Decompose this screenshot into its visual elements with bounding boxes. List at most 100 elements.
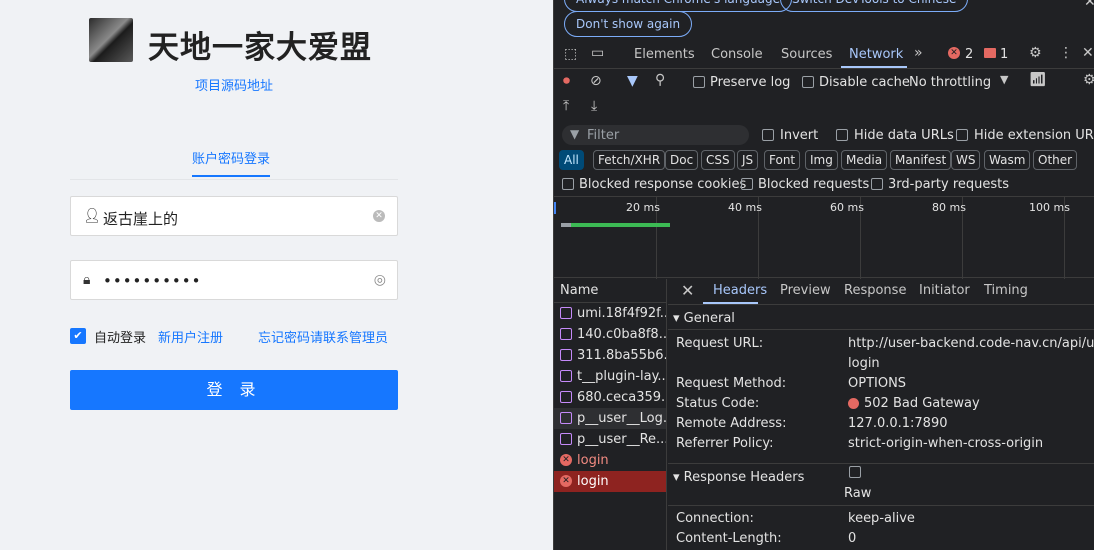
tab-timing[interactable]: Timing — [984, 283, 1028, 298]
gear-icon[interactable]: ⚙ — [1029, 45, 1042, 61]
type-filter-font[interactable]: Font — [764, 150, 801, 170]
filter-placeholder: Filter — [587, 128, 620, 143]
error-icon: ✕ — [560, 475, 572, 487]
preserve-log-checkbox[interactable] — [693, 76, 705, 88]
request-name: login — [577, 453, 609, 468]
warning-count[interactable]: 1 — [1000, 47, 1008, 62]
filter-funnel-icon[interactable]: ▼ — [627, 73, 638, 89]
response-headers-title: Response Headers — [683, 470, 805, 485]
third-party-label: 3rd-party requests — [888, 177, 1010, 192]
waterfall-bar — [561, 223, 670, 227]
error-icon[interactable]: ✕ — [948, 47, 960, 59]
type-filter-other[interactable]: Other — [1033, 150, 1078, 170]
kebab-menu-icon[interactable]: ⋮ — [1059, 45, 1073, 61]
switch-chinese-button[interactable]: Switch DevTools to Chinese — [780, 0, 969, 12]
tick-label: 100 ms — [1029, 201, 1070, 214]
request-row-error[interactable]: ✕ login — [554, 450, 666, 471]
general-title: General — [683, 311, 735, 326]
raw-checkbox[interactable] — [849, 466, 861, 478]
tab-console[interactable]: Console — [711, 47, 763, 62]
clear-icon[interactable]: ✕ — [373, 210, 385, 222]
type-filter-manifest[interactable]: Manifest — [890, 150, 952, 170]
network-settings-icon[interactable]: ⚙ — [1083, 72, 1094, 88]
username-field[interactable]: 👤︎ 返古崖上的 ✕ — [70, 196, 398, 236]
type-filter-wasm[interactable]: Wasm — [984, 150, 1031, 170]
auto-login-label: 自动登录 — [94, 331, 147, 346]
record-stop-icon[interactable]: ⏺ — [563, 73, 570, 89]
more-tabs-icon[interactable]: » — [914, 45, 923, 61]
close-icon[interactable]: ✕ — [1084, 0, 1094, 10]
header-key: Connection: — [676, 511, 754, 526]
type-filter-doc[interactable]: Doc — [665, 150, 699, 170]
dont-show-again-button[interactable]: Don't show again — [564, 11, 693, 37]
request-row-selected[interactable]: ✕ login — [554, 471, 666, 492]
password-field[interactable]: 🔒︎ •••••••••• ◎ — [70, 260, 398, 300]
request-row[interactable]: 140.c0ba8f8... — [554, 324, 666, 345]
tab-network[interactable]: Network — [849, 47, 903, 62]
request-row[interactable]: t__plugin-lay... — [554, 366, 666, 387]
type-filter-media[interactable]: Media — [841, 150, 888, 170]
request-method-value: OPTIONS — [848, 376, 907, 391]
type-filter-ws[interactable]: WS — [951, 150, 981, 170]
tick-label: 60 ms — [830, 201, 864, 214]
response-headers-toggle[interactable]: ▾ Response Headers — [673, 470, 804, 485]
tab-response[interactable]: Response — [844, 283, 906, 298]
file-icon — [560, 307, 572, 319]
hide-extension-urls-checkbox[interactable] — [956, 129, 968, 141]
upload-icon[interactable]: ⤒ — [563, 98, 569, 114]
remote-address-value: 127.0.0.1:7890 — [848, 416, 948, 431]
blocked-requests-checkbox[interactable] — [741, 178, 753, 190]
tab-account-password[interactable]: 账户密码登录 — [192, 148, 271, 177]
search-icon[interactable]: ⚲ — [655, 72, 665, 88]
raw-label: Raw — [844, 486, 872, 501]
tab-headers[interactable]: Headers — [713, 283, 767, 298]
login-button[interactable]: 登 录 — [70, 370, 398, 410]
request-row[interactable]: p__user__Log... — [554, 408, 666, 429]
file-icon — [560, 370, 572, 382]
type-filter-all[interactable]: All — [559, 150, 584, 170]
inspect-icon[interactable]: ⬚ — [564, 46, 577, 62]
warning-icon[interactable] — [984, 48, 996, 58]
device-toolbar-icon[interactable]: ▭ — [591, 45, 604, 61]
waterfall-overview[interactable]: 20 ms 40 ms 60 ms 80 ms 100 ms — [554, 196, 1094, 279]
request-row[interactable]: 311.8ba55b6... — [554, 345, 666, 366]
request-row[interactable]: 680.ceca359... — [554, 387, 666, 408]
download-icon[interactable]: ⤓ — [591, 98, 597, 114]
header-key: Remote Address: — [676, 416, 787, 431]
request-row[interactable]: umi.18f4f92f... — [554, 303, 666, 324]
type-filter-img[interactable]: Img — [805, 150, 838, 170]
error-count[interactable]: 2 — [965, 47, 973, 62]
eye-hidden-icon[interactable]: ◎ — [374, 272, 386, 288]
type-filter-css[interactable]: CSS — [701, 150, 735, 170]
disable-cache-checkbox[interactable] — [802, 76, 814, 88]
invert-checkbox[interactable] — [762, 129, 774, 141]
blocked-cookies-label: Blocked response cookies — [579, 177, 747, 192]
source-code-link[interactable]: 项目源码地址 — [0, 75, 468, 94]
tick-label: 40 ms — [728, 201, 762, 214]
header-key: Referrer Policy: — [676, 436, 774, 451]
checkbox-checked-icon[interactable]: ✔ — [70, 328, 86, 344]
tab-preview[interactable]: Preview — [780, 283, 831, 298]
blocked-cookies-checkbox[interactable] — [562, 178, 574, 190]
tab-elements[interactable]: Elements — [634, 47, 695, 62]
hide-data-urls-checkbox[interactable] — [836, 129, 848, 141]
third-party-checkbox[interactable] — [871, 178, 883, 190]
close-icon[interactable]: ✕ — [681, 281, 694, 300]
preserve-log-label: Preserve log — [710, 75, 791, 90]
header-key: Status Code: — [676, 396, 760, 411]
general-section-toggle[interactable]: ▾ General — [673, 311, 735, 326]
chevron-down-icon[interactable]: ▼ — [1000, 73, 1008, 86]
register-link[interactable]: 新用户注册 — [158, 327, 223, 346]
request-url-value-cont: login — [848, 356, 880, 371]
type-filter-js[interactable]: JS — [737, 150, 759, 170]
clear-log-icon[interactable]: ⊘ — [590, 73, 602, 89]
name-column-header[interactable]: Name — [554, 279, 667, 303]
type-filter-fetch-xhr[interactable]: Fetch/XHR — [593, 150, 666, 170]
forgot-password-link[interactable]: 忘记密码请联系管理员 — [258, 327, 388, 346]
close-devtools-icon[interactable]: ✕ — [1082, 45, 1094, 61]
request-row[interactable]: p__user__Re... — [554, 429, 666, 450]
tab-initiator[interactable]: Initiator — [919, 283, 970, 298]
network-conditions-icon[interactable]: 📶︎ — [1029, 72, 1047, 88]
tab-sources[interactable]: Sources — [781, 47, 832, 62]
throttling-select[interactable]: No throttling — [909, 75, 991, 90]
